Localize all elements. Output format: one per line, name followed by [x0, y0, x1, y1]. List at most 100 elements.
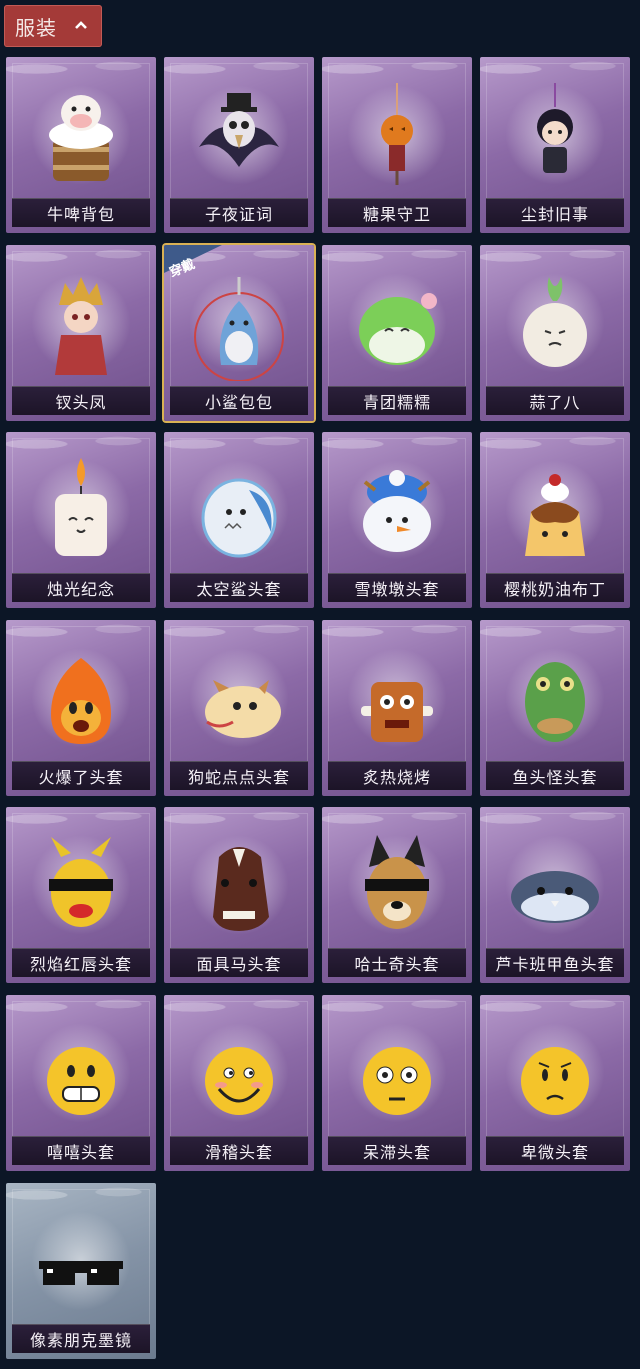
costume-name: 尘封旧事	[520, 205, 589, 224]
costume-name-ribbon: 火爆了头套	[12, 761, 150, 790]
costume-name-ribbon: 哈士奇头套	[328, 948, 466, 977]
costume-card[interactable]: 滑稽头套	[164, 995, 314, 1171]
costume-name: 糖果守卫	[362, 205, 431, 224]
costume-name-ribbon: 太空鲨头套	[170, 573, 308, 602]
costume-card[interactable]: 蒜了八	[480, 245, 630, 421]
red-lips-icon	[49, 837, 113, 927]
costume-name-ribbon: 炙热烧烤	[328, 761, 466, 790]
costume-name: 烈焰红唇头套	[29, 955, 132, 974]
costume-tab-label: 服装	[15, 15, 57, 40]
costume-card[interactable]: 樱桃奶油布丁	[480, 432, 630, 608]
costume-card[interactable]: 烛光纪念	[6, 432, 156, 608]
costume-name: 牛啤背包	[46, 205, 115, 224]
empress-doll-icon	[55, 277, 107, 375]
costume-name-ribbon: 尘封旧事	[486, 198, 624, 227]
costume-card[interactable]: 呆滞头套	[322, 995, 472, 1171]
fireball-icon	[51, 658, 111, 744]
costume-name-ribbon: 嘻嘻头套	[12, 1136, 150, 1165]
costume-name: 像素朋克墨镜	[29, 1331, 132, 1350]
chevron-up-icon	[75, 21, 87, 29]
costume-name-ribbon: 牛啤背包	[12, 198, 150, 227]
cow-beer-backpack-icon	[49, 95, 113, 181]
dazed-emoji-icon	[363, 1047, 431, 1115]
costume-name: 嘻嘻头套	[46, 1143, 115, 1162]
grin-emoji-icon	[47, 1047, 115, 1115]
costume-card[interactable]: 钗头凤	[6, 245, 156, 421]
costume-card[interactable]: 狗蛇点点头套	[164, 620, 314, 796]
costume-name-ribbon: 滑稽头套	[170, 1136, 308, 1165]
costume-card[interactable]: 尘封旧事	[480, 57, 630, 233]
costume-name: 面具马头套	[196, 955, 282, 974]
costume-name-ribbon: 樱桃奶油布丁	[486, 573, 624, 602]
costume-card[interactable]: 太空鲨头套	[164, 432, 314, 608]
fish-head-icon	[525, 662, 585, 742]
costume-name-ribbon: 烛光纪念	[12, 573, 150, 602]
fish-blob-icon	[511, 871, 599, 923]
garlic-icon	[523, 277, 587, 367]
costume-name: 小鲨包包	[204, 393, 273, 412]
green-rice-ball-icon	[359, 293, 437, 365]
pumpkin-charm-icon	[381, 83, 413, 185]
costume-name: 哈士奇头套	[354, 955, 440, 974]
snowman-icon	[363, 470, 431, 552]
bbq-icon	[361, 682, 433, 742]
husky-icon	[365, 835, 429, 929]
costume-card[interactable]: 火爆了头套	[6, 620, 156, 796]
costume-card[interactable]: 子夜证词	[164, 57, 314, 233]
costume-card[interactable]: 炙热烧烤	[322, 620, 472, 796]
costume-name: 蒜了八	[529, 393, 581, 412]
costume-name: 火爆了头套	[38, 768, 124, 787]
costume-name-ribbon: 青团糯糯	[328, 386, 466, 415]
costume-name-ribbon: 糖果守卫	[328, 198, 466, 227]
costume-name: 樱桃奶油布丁	[503, 580, 606, 599]
costume-card[interactable]: 牛啤背包	[6, 57, 156, 233]
costume-name-ribbon: 子夜证词	[170, 198, 308, 227]
costume-name: 鱼头怪头套	[512, 768, 598, 787]
costume-name: 滑稽头套	[204, 1143, 273, 1162]
costume-name-ribbon: 鱼头怪头套	[486, 761, 624, 790]
candle-icon	[55, 458, 107, 556]
costume-name: 卑微头套	[520, 1143, 589, 1162]
costume-name: 呆滞头套	[362, 1143, 431, 1162]
costume-tab[interactable]: 服装	[4, 5, 102, 47]
costume-name: 钗头凤	[55, 393, 107, 412]
humble-emoji-icon	[521, 1047, 589, 1115]
costume-card[interactable]: 卑微头套	[480, 995, 630, 1171]
costume-name-ribbon: 芦卡班甲鱼头套	[486, 948, 624, 977]
costume-name-ribbon: 像素朋克墨镜	[12, 1324, 150, 1353]
costume-name-ribbon: 小鲨包包	[170, 386, 308, 415]
costume-card[interactable]: 芦卡班甲鱼头套	[480, 807, 630, 983]
costume-name: 太空鲨头套	[196, 580, 282, 599]
pixel-sunglasses-icon	[39, 1261, 123, 1285]
costume-card[interactable]: 糖果守卫	[322, 57, 472, 233]
crow-mask-icon	[199, 93, 279, 167]
costume-card[interactable]: 青团糯糯	[322, 245, 472, 421]
costume-card[interactable]: 面具马头套	[164, 807, 314, 983]
costume-name-ribbon: 呆滞头套	[328, 1136, 466, 1165]
costume-card[interactable]: 哈士奇头套	[322, 807, 472, 983]
pudding-icon	[525, 474, 585, 556]
costume-name: 炙热烧烤	[362, 768, 431, 787]
costume-card[interactable]: 小鲨包包 穿戴	[164, 245, 314, 421]
costume-name-ribbon: 烈焰红唇头套	[12, 948, 150, 977]
costume-card[interactable]: 嘻嘻头套	[6, 995, 156, 1171]
costume-grid: 牛啤背包 子夜证词 糖果守卫 尘封旧事钗头凤 小鲨包包 穿戴青团糯糯 蒜了八烛光纪念 太空鲨头…	[0, 57, 640, 1369]
costume-name: 青团糯糯	[362, 393, 431, 412]
costume-name: 雪墩墩头套	[354, 580, 440, 599]
costume-name-ribbon: 狗蛇点点头套	[170, 761, 308, 790]
costume-card[interactable]: 鱼头怪头套	[480, 620, 630, 796]
space-shark-icon	[201, 478, 277, 558]
costume-name: 子夜证词	[204, 205, 273, 224]
costume-card[interactable]: 雪墩墩头套	[322, 432, 472, 608]
doll-charm-icon	[537, 83, 573, 173]
costume-name: 烛光纪念	[46, 580, 115, 599]
costume-card[interactable]: 烈焰红唇头套	[6, 807, 156, 983]
costume-name-ribbon: 蒜了八	[486, 386, 624, 415]
costume-name: 狗蛇点点头套	[187, 768, 290, 787]
costume-name-ribbon: 卑微头套	[486, 1136, 624, 1165]
costume-name-ribbon: 面具马头套	[170, 948, 308, 977]
costume-card[interactable]: 像素朋克墨镜	[6, 1183, 156, 1359]
costume-name: 芦卡班甲鱼头套	[495, 955, 615, 974]
dog-snake-icon	[205, 680, 281, 738]
costume-name-ribbon: 雪墩墩头套	[328, 573, 466, 602]
